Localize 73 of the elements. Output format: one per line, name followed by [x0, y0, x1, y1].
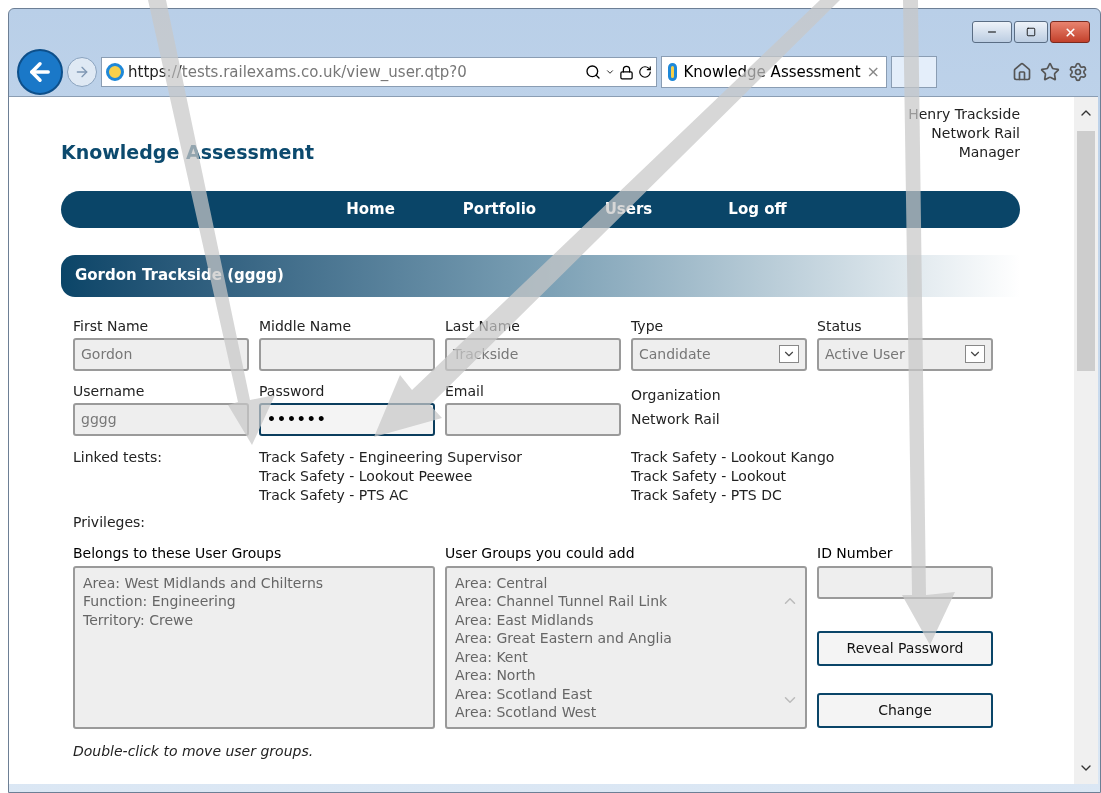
action-button[interactable]: Change — [817, 692, 993, 728]
field-label: Last Name — [445, 316, 521, 336]
list-item[interactable]: Area: Scotland East — [455, 684, 781, 703]
tab-close-button[interactable]: × — [866, 60, 880, 84]
available-groups-list[interactable]: Area: Central Area: Channel Tunnel Rail Link Area: East Midlands Area: Great Eastern and Anglia Area: Kent Area: North Area: Scotland East Area: Scotland West — [445, 565, 807, 729]
list-item[interactable]: Function: Engineering — [83, 592, 425, 611]
linked-test: Track Safety - Lookout Kango — [631, 447, 835, 467]
field-label: Organization — [631, 385, 722, 405]
nav-link[interactable]: Log off — [693, 197, 822, 221]
maximize-icon — [1026, 27, 1036, 37]
minimize-button[interactable] — [972, 21, 1012, 43]
dropdown[interactable]: Active User — [817, 337, 993, 371]
user-info-text: Henry Trackside — [908, 105, 1020, 124]
linked-test: Track Safety - PTS DC — [631, 485, 783, 505]
search-icon[interactable] — [585, 64, 601, 80]
list-label: Belongs to these User Groups — [73, 543, 283, 563]
browser-logo-icon — [106, 63, 124, 81]
input-field[interactable]: Gordon — [73, 337, 249, 371]
field-label: First Name — [73, 316, 150, 336]
field-label: Type — [631, 316, 665, 336]
list-item[interactable]: Area: North — [455, 666, 781, 685]
nav-link[interactable]: Home — [306, 197, 435, 221]
input-field[interactable] — [445, 402, 621, 436]
user-groups-list[interactable]: Area: West Midlands and Chilterns Function: Engineering Territory: Crewe — [73, 565, 435, 729]
lock-icon — [619, 64, 634, 80]
field-label: Email — [445, 381, 485, 401]
back-button[interactable] — [17, 49, 63, 95]
linked-test: Track Safety - Lookout Peewee — [259, 466, 474, 486]
browser-tab[interactable]: Knowledge Assessment × — [661, 56, 887, 88]
field-label: Password — [259, 381, 326, 401]
user-info-text: Manager — [958, 143, 1020, 162]
forward-arrow-icon — [74, 64, 90, 80]
linked-test: Track Safety - Engineering Supervisor — [259, 447, 524, 467]
field-label: Username — [73, 381, 146, 401]
favorites-icon[interactable] — [1040, 62, 1060, 82]
url-text: https://tests.railexams.co.uk/view_user.qtp?0 — [128, 61, 468, 83]
dropdown[interactable]: Candidate — [631, 337, 807, 371]
site-title: Knowledge Assessment — [61, 140, 315, 165]
section-title: Gordon Trackside (gggg) — [75, 265, 284, 287]
linked-tests-label: Linked tests: — [73, 447, 164, 467]
close-button[interactable] — [1050, 21, 1090, 43]
list-item[interactable]: Area: East Midlands — [455, 610, 781, 629]
input-field[interactable]: gggg — [73, 402, 249, 436]
linked-test: Track Safety - PTS AC — [259, 485, 410, 505]
list-item[interactable]: Area: West Midlands and Chilterns — [83, 573, 425, 592]
organization-value: Network Rail — [631, 409, 721, 429]
field-label: ID Number — [817, 543, 894, 563]
privileges-label: Privileges: — [73, 512, 147, 532]
field-label: Status — [817, 316, 863, 336]
list-item[interactable]: Area: Great Eastern and Anglia — [455, 629, 781, 648]
action-button[interactable]: Reveal Password — [817, 630, 993, 666]
dropdown-icon[interactable] — [605, 67, 615, 77]
maximize-button[interactable] — [1014, 21, 1048, 43]
list-item[interactable]: Area: Central — [455, 573, 781, 592]
home-icon[interactable] — [1012, 62, 1032, 82]
browser-logo-icon — [668, 63, 678, 81]
list-item[interactable]: Territory: Crewe — [83, 610, 425, 629]
refresh-icon[interactable] — [638, 65, 652, 79]
field-label: Middle Name — [259, 316, 352, 336]
input-field[interactable] — [259, 337, 435, 371]
linked-test: Track Safety - Lookout — [631, 466, 788, 486]
hint-text: Double-click to move user groups. — [73, 741, 315, 761]
list-item[interactable]: Area: Kent — [455, 647, 781, 666]
address-bar[interactable]: https://tests.railexams.co.uk/view_user.qtp?0 — [101, 57, 657, 87]
list-item[interactable]: Area: Scotland West — [455, 703, 781, 722]
close-icon — [1063, 25, 1077, 39]
settings-icon[interactable] — [1068, 62, 1088, 82]
nav-link[interactable]: Portfolio — [435, 197, 564, 221]
list-item[interactable]: Area: Channel Tunnel Rail Link — [455, 592, 781, 611]
user-info-text: Network Rail — [931, 124, 1020, 143]
scrollbar[interactable] — [1074, 97, 1098, 784]
scrollbar-thumb[interactable] — [1077, 130, 1095, 371]
list-label: User Groups you could add — [445, 543, 636, 563]
